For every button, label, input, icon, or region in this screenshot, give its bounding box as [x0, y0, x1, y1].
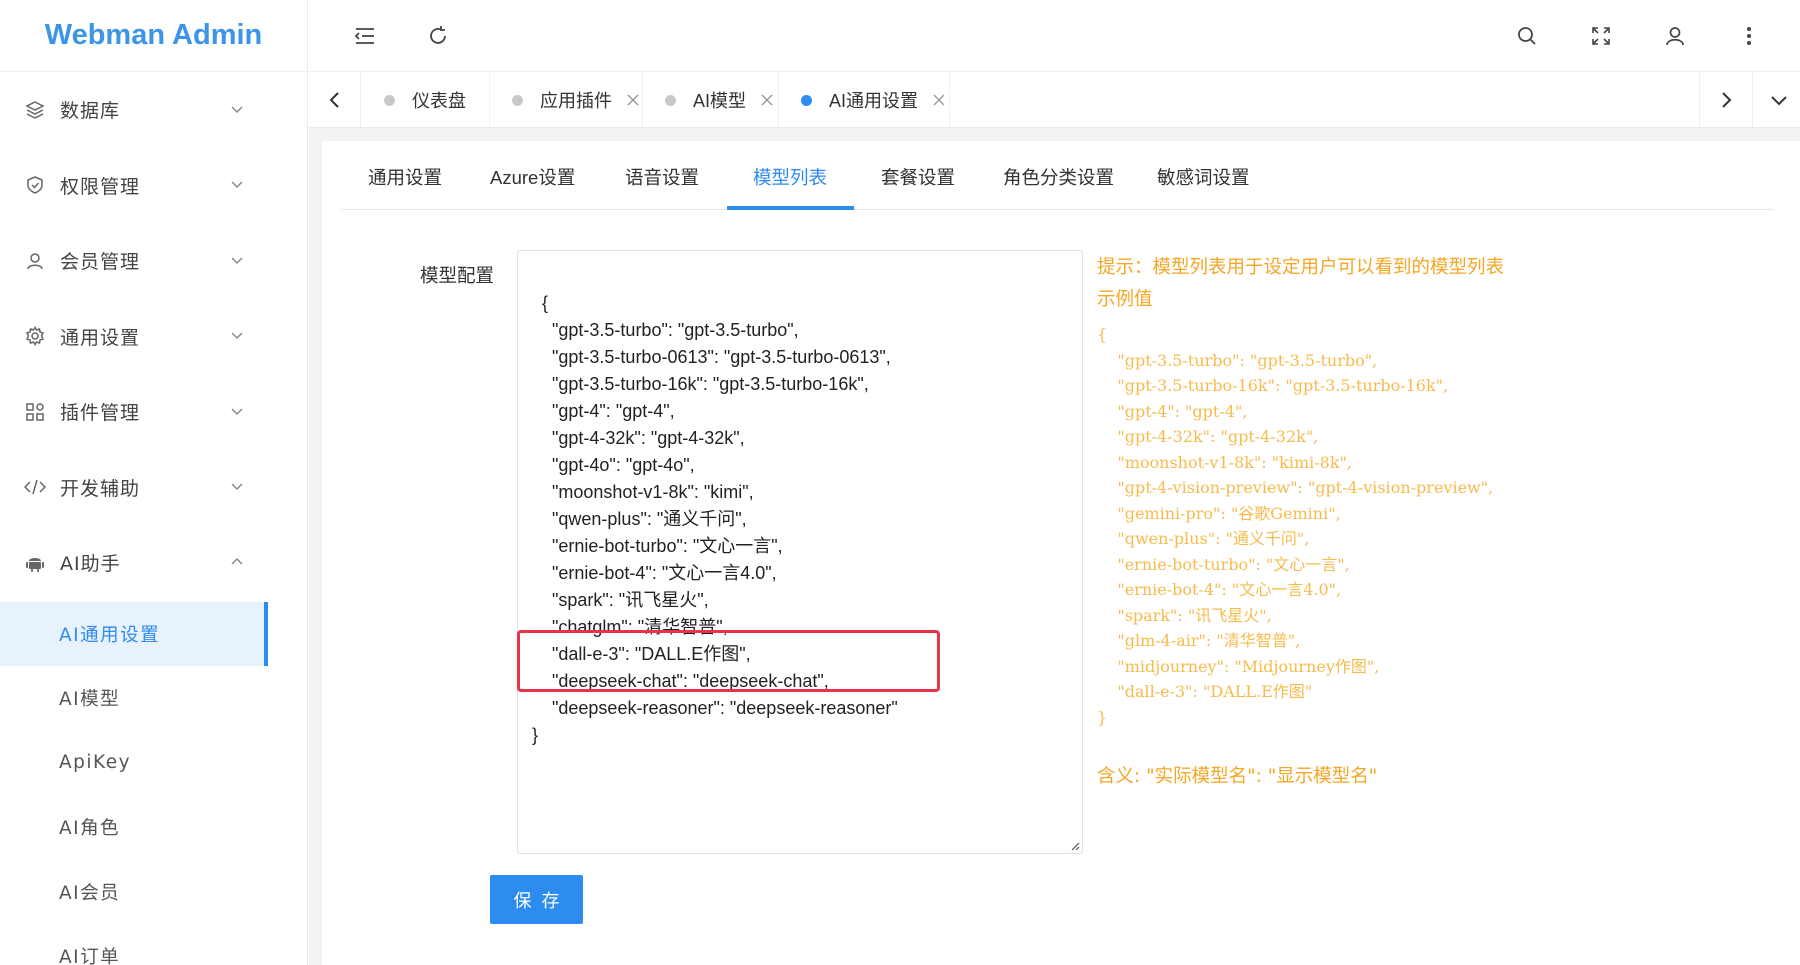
- tab-label: 应用插件: [540, 91, 612, 111]
- fullscreen-icon[interactable]: [1585, 20, 1617, 52]
- sidebar-subitem-ai-members[interactable]: AI会员: [0, 860, 307, 925]
- hint-meaning: 含义: "实际模型名": "显示模型名": [1097, 766, 1378, 787]
- app-logo[interactable]: Webman Admin: [0, 0, 307, 72]
- chevron-right-icon: [1721, 92, 1731, 108]
- model-config-textarea[interactable]: { "gpt-3.5-turbo": "gpt-3.5-turbo", "gpt…: [517, 250, 1083, 854]
- save-button[interactable]: 保存: [490, 875, 583, 924]
- tab-label: AI模型: [693, 91, 747, 111]
- tab-status-dot: [384, 94, 395, 106]
- settings-tab-voice[interactable]: 语音设置: [625, 164, 699, 209]
- sidebar-item-label: 开发辅助: [60, 477, 141, 500]
- gear-icon: [24, 325, 46, 347]
- tabs-divider: [342, 209, 1774, 210]
- sidebar: Webman Admin 数据库 权限管理 会员管理 通用设置 插件管理 开发辅…: [0, 0, 308, 965]
- sidebar-subitem-apikey[interactable]: ApiKey: [0, 731, 307, 796]
- sidebar-item-label: AI助手: [60, 553, 121, 576]
- tab-status-dot: [512, 94, 523, 106]
- shield-icon: [24, 174, 46, 196]
- close-icon[interactable]: [932, 93, 946, 107]
- chevron-up-icon: [231, 557, 243, 565]
- search-icon[interactable]: [1511, 20, 1543, 52]
- menu-fold-icon[interactable]: [349, 20, 381, 52]
- settings-tab-model-list[interactable]: 模型列表: [753, 164, 827, 209]
- chevron-down-icon: [231, 332, 243, 340]
- settings-tab-role-categories[interactable]: 角色分类设置: [1003, 164, 1114, 209]
- settings-tab-general[interactable]: 通用设置: [368, 164, 442, 209]
- tab-scroll-right-button[interactable]: [1699, 73, 1751, 127]
- sidebar-item-plugins[interactable]: 插件管理: [0, 374, 307, 450]
- close-icon[interactable]: [626, 93, 640, 107]
- sidebar-subitem-ai-roles[interactable]: AI角色: [0, 795, 307, 860]
- sidebar-subitem-ai-orders[interactable]: AI订单: [0, 924, 307, 965]
- sidebar-item-label: 通用设置: [60, 326, 141, 349]
- chevron-down-icon: [231, 106, 243, 113]
- refresh-icon[interactable]: [422, 20, 454, 52]
- sidebar-item-members[interactable]: 会员管理: [0, 223, 307, 299]
- close-icon[interactable]: [760, 93, 774, 107]
- resize-handle-icon[interactable]: [1070, 841, 1080, 851]
- sidebar-item-label: 插件管理: [60, 402, 141, 425]
- user-icon[interactable]: [1659, 20, 1691, 52]
- settings-tab-packages[interactable]: 套餐设置: [881, 164, 955, 209]
- tab-dashboard[interactable]: 仪表盘: [362, 73, 490, 127]
- chevron-left-icon: [329, 92, 339, 108]
- chevron-down-icon: [231, 181, 243, 189]
- apps-icon: [24, 401, 46, 423]
- active-tab-indicator: [727, 206, 854, 210]
- sidebar-item-label: 权限管理: [60, 175, 141, 198]
- sidebar-item-label: 会员管理: [60, 251, 141, 274]
- tab-status-dot: [665, 94, 676, 106]
- chevron-down-icon: [231, 408, 243, 415]
- hint-example-code: { "gpt-3.5-turbo": "gpt-3.5-turbo", "gpt…: [1097, 325, 1494, 727]
- tab-ai-models[interactable]: AI模型: [643, 73, 779, 127]
- sidebar-item-ai-assistant[interactable]: AI助手: [0, 525, 307, 601]
- model-config-label: 模型配置: [420, 265, 495, 286]
- sidebar-item-label: 数据库: [60, 100, 121, 123]
- layers-icon: [24, 99, 46, 121]
- sidebar-subitem-ai-models[interactable]: AI模型: [0, 666, 307, 731]
- hint-example-label: 示例值: [1097, 289, 1153, 310]
- settings-tab-azure[interactable]: Azure设置: [490, 164, 575, 209]
- sidebar-subitem-ai-general-settings[interactable]: AI通用设置: [0, 601, 268, 666]
- tab-label: AI通用设置: [829, 91, 919, 111]
- tab-ai-general-settings[interactable]: AI通用设置: [779, 73, 950, 127]
- top-header: [309, 0, 1800, 72]
- chevron-down-icon: [231, 257, 243, 264]
- android-icon: [24, 552, 46, 574]
- tab-status-dot: [801, 94, 812, 106]
- tab-app-plugins[interactable]: 应用插件: [490, 73, 643, 127]
- settings-tab-sensitive-words[interactable]: 敏感词设置: [1157, 164, 1250, 209]
- hint-panel: 提示：模型列表用于设定用户可以看到的模型列表 示例值 { "gpt-3.5-tu…: [1097, 252, 1504, 788]
- code-icon: [24, 476, 46, 498]
- highlight-box: [517, 630, 940, 692]
- sidebar-item-database[interactable]: 数据库: [0, 72, 307, 148]
- user-icon: [24, 250, 46, 272]
- chevron-down-icon: [1770, 96, 1787, 106]
- sidebar-item-general-settings[interactable]: 通用设置: [0, 299, 307, 375]
- sidebar-item-dev-tools[interactable]: 开发辅助: [0, 450, 307, 526]
- tabs-bar: 仪表盘 应用插件 AI模型 AI通用设置: [309, 73, 1800, 128]
- chevron-down-icon: [231, 483, 243, 491]
- tab-label: 仪表盘: [412, 91, 466, 111]
- more-vertical-icon[interactable]: [1733, 20, 1765, 52]
- tab-scroll-left-button[interactable]: [309, 73, 361, 127]
- hint-title: 提示：模型列表用于设定用户可以看到的模型列表: [1097, 257, 1505, 278]
- tab-menu-dropdown-button[interactable]: [1752, 73, 1800, 127]
- sidebar-item-permissions[interactable]: 权限管理: [0, 148, 307, 224]
